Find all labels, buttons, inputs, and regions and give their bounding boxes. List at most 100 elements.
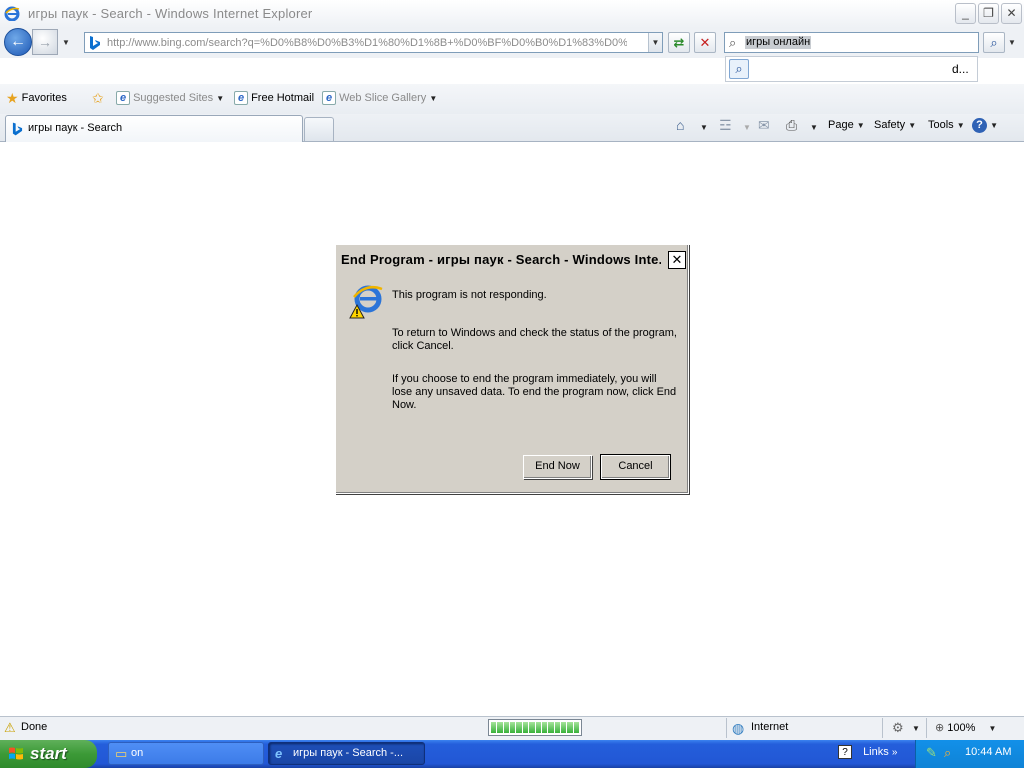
- chevron-down-icon: ▼: [429, 93, 438, 103]
- read-mail-icon[interactable]: ✉: [758, 117, 770, 134]
- taskbar-item-folder[interactable]: ▭ on: [108, 742, 264, 765]
- new-tab-button[interactable]: [304, 117, 334, 141]
- favorites-item-label: Free Hotmail: [251, 91, 315, 104]
- search-suggestion-icon[interactable]: ⌕: [729, 59, 749, 79]
- network-icon[interactable]: ✎: [926, 745, 937, 761]
- forward-button[interactable]: →: [32, 29, 58, 55]
- ie-page-icon: e: [234, 91, 248, 105]
- chevron-right-icon: »: [891, 747, 898, 758]
- feeds-icon[interactable]: ☲: [719, 117, 732, 134]
- progress-segment: [529, 722, 535, 733]
- add-favorite-star-icon: ✩: [92, 90, 104, 106]
- tab-label: игры паук - Search: [28, 122, 123, 134]
- address-bar[interactable]: http://www.bing.com/search?q=%D0%B8%D0%B…: [84, 32, 663, 53]
- search-suggestion-text[interactable]: d...: [952, 62, 969, 76]
- progress-segment: [560, 722, 567, 733]
- ie-logo-icon: [4, 6, 20, 21]
- internet-zone-icon: ◍: [732, 720, 745, 736]
- progress-segment: [567, 722, 573, 733]
- minimize-button[interactable]: _: [955, 3, 976, 24]
- chevron-down-icon: ▼: [956, 121, 965, 130]
- help-support-icon: ?: [838, 745, 852, 759]
- status-divider: [726, 718, 727, 738]
- page-menu[interactable]: Page ▼: [828, 119, 865, 131]
- ie-page-icon: e: [322, 91, 336, 105]
- chevron-down-icon[interactable]: ▼: [912, 724, 920, 733]
- dialog-message-end-info: If you choose to end the program immedia…: [392, 373, 677, 411]
- ie-page-icon: e: [116, 91, 130, 105]
- progress-segment: [573, 722, 580, 733]
- search-icon: ⌕: [729, 35, 737, 50]
- address-input[interactable]: http://www.bing.com/search?q=%D0%B8%D0%B…: [107, 37, 627, 49]
- end-program-dialog: End Program - игры паук - Search - Windo…: [335, 244, 689, 494]
- dialog-message-cancel-info: To return to Windows and check the statu…: [392, 327, 677, 352]
- status-divider: [926, 718, 927, 738]
- favorites-item-suggested-sites[interactable]: e Suggested Sites ▼: [116, 91, 224, 105]
- cancel-button[interactable]: Cancel: [600, 454, 671, 480]
- favorites-item-label: Web Slice Gallery: [339, 91, 427, 104]
- progress-segment: [522, 722, 529, 733]
- search-box[interactable]: ⌕ игры онлайн: [724, 32, 979, 53]
- security-zone-label: Internet: [751, 721, 789, 733]
- stop-button[interactable]: ✕: [694, 32, 716, 53]
- favorites-item-label: Suggested Sites: [133, 91, 214, 104]
- dialog-title: End Program - игры паук - Search - Windo…: [341, 252, 661, 267]
- warning-icon: ⚠: [4, 720, 16, 735]
- progress-segment: [554, 722, 560, 733]
- address-dropdown-button[interactable]: ▼: [648, 33, 662, 52]
- links-toolbar[interactable]: ? Links »: [838, 745, 897, 759]
- page-menu-label: Page: [828, 119, 854, 131]
- progress-segment: [510, 722, 516, 733]
- restore-button[interactable]: ❐: [978, 3, 999, 24]
- tab-active[interactable]: игры паук - Search: [5, 115, 303, 142]
- tools-menu-label: Tools: [928, 119, 954, 131]
- search-input[interactable]: игры онлайн: [745, 36, 812, 49]
- progress-segment: [548, 722, 554, 733]
- chevron-down-icon: ▼: [990, 121, 998, 130]
- help-icon: ?: [972, 118, 987, 133]
- add-to-favorites-bar-button[interactable]: ✩: [92, 90, 104, 107]
- zoom-level-text: 100%: [947, 722, 976, 734]
- end-now-button[interactable]: End Now: [523, 455, 592, 479]
- search-suggestion-popup[interactable]: ⌕ d...: [725, 56, 978, 82]
- print-dropdown-icon[interactable]: ▼: [810, 123, 818, 132]
- refresh-button[interactable]: ⇄: [668, 32, 690, 53]
- print-icon[interactable]: ⎙: [786, 117, 797, 134]
- links-label: Links: [863, 746, 889, 758]
- title-bar: игры паук - Search - Windows Internet Ex…: [0, 0, 1024, 28]
- home-icon[interactable]: ⌂: [676, 117, 684, 133]
- favorites-item-free-hotmail[interactable]: e Free Hotmail: [234, 91, 314, 105]
- progress-segment: [541, 722, 548, 733]
- zoom-level-button[interactable]: ⊕ 100% ▼: [935, 721, 996, 734]
- chevron-down-icon: ▼: [216, 93, 225, 103]
- search-button[interactable]: ⌕: [983, 32, 1005, 53]
- search-tray-icon[interactable]: ⌕: [944, 745, 951, 761]
- taskbar-item-internet-explorer[interactable]: e игры паук - Search -...: [268, 742, 425, 765]
- bing-favicon-icon: [12, 122, 23, 136]
- favorites-item-web-slice-gallery[interactable]: e Web Slice Gallery ▼: [322, 91, 437, 105]
- folder-icon: ▭: [115, 746, 128, 761]
- tools-menu[interactable]: Tools ▼: [928, 119, 965, 131]
- ie-warning-icon: [349, 285, 383, 319]
- recent-pages-dropdown[interactable]: ▼: [62, 38, 70, 47]
- magnifier-icon: ⌕: [990, 35, 998, 50]
- ie-icon: e: [275, 746, 283, 761]
- safety-menu-label: Safety: [874, 119, 906, 131]
- window-title: игры паук - Search - Windows Internet Ex…: [28, 6, 313, 21]
- close-window-button[interactable]: ✕: [1001, 3, 1022, 24]
- feeds-dropdown-icon[interactable]: ▼: [743, 123, 751, 132]
- status-divider: [882, 718, 883, 738]
- back-button[interactable]: ←: [4, 28, 32, 56]
- progress-segment: [497, 722, 503, 733]
- dialog-close-button[interactable]: ✕: [668, 251, 686, 269]
- help-menu[interactable]: ? ▼: [972, 118, 998, 133]
- safety-menu[interactable]: Safety ▼: [874, 119, 916, 131]
- page-load-progress-bar: [488, 719, 582, 736]
- favorites-button[interactable]: ★ Favorites: [6, 90, 67, 107]
- search-options-dropdown[interactable]: ▼: [1008, 38, 1016, 47]
- protected-mode-icon[interactable]: ⚙: [892, 720, 904, 736]
- home-dropdown-icon[interactable]: ▼: [700, 123, 708, 132]
- dialog-title-bar: End Program - игры паук - Search - Windo…: [338, 247, 686, 273]
- progress-segment: [516, 722, 522, 733]
- zoom-icon: ⊕: [935, 722, 945, 734]
